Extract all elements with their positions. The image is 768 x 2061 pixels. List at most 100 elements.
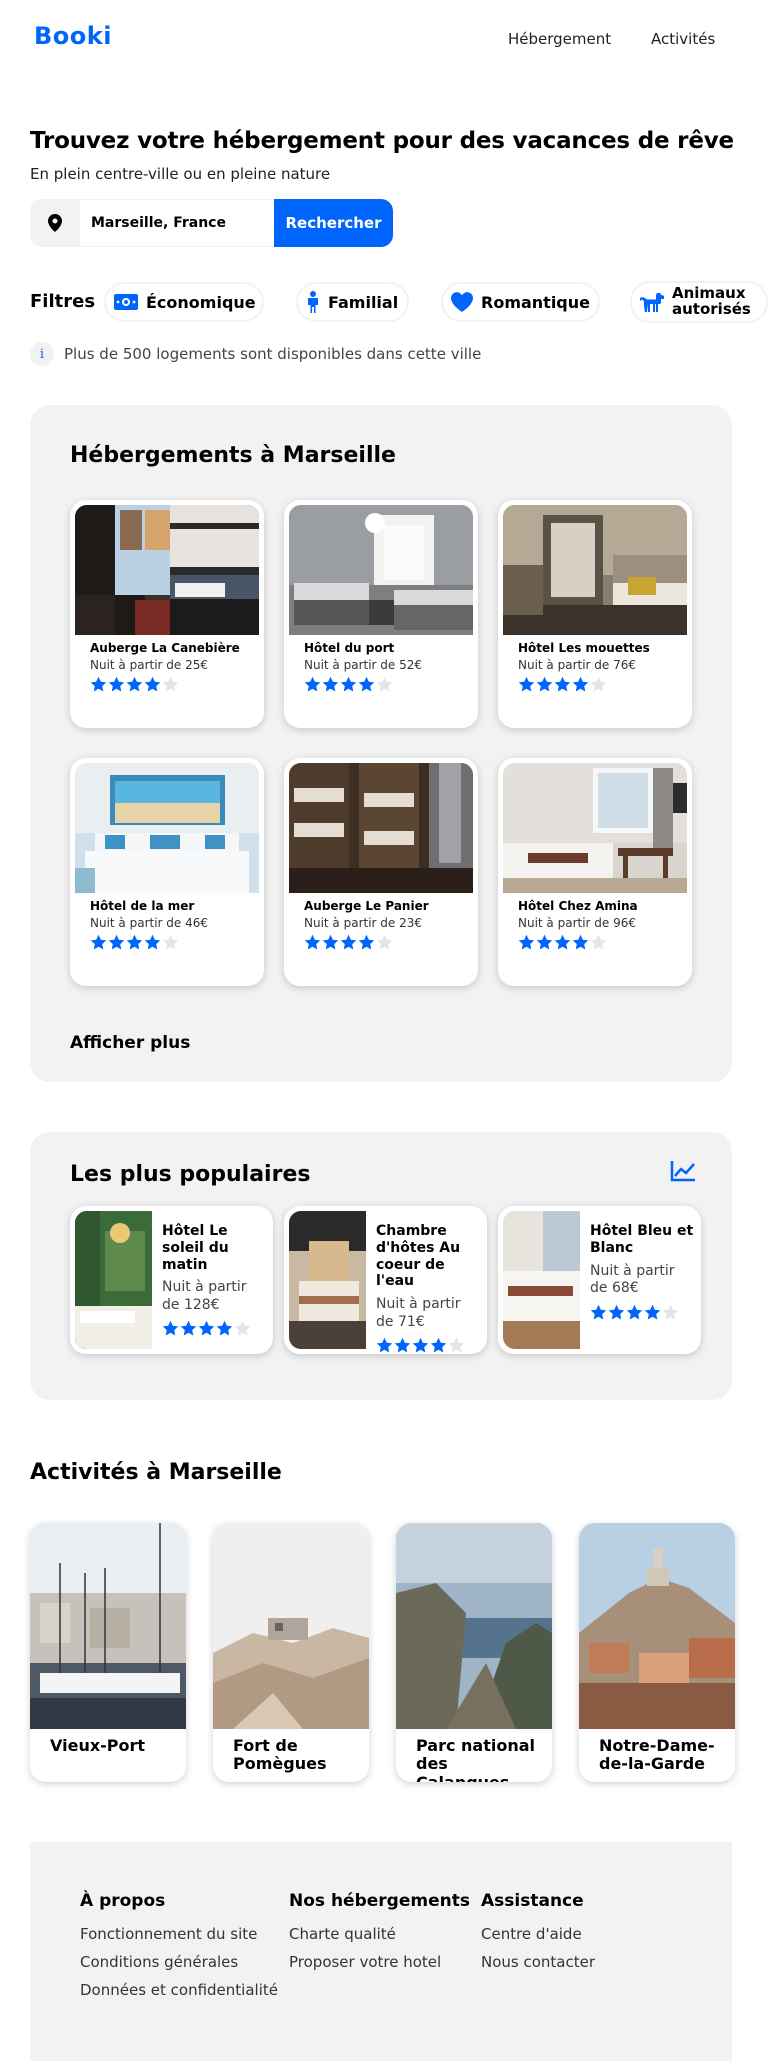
star-filled-icon — [590, 1304, 607, 1325]
star-filled-icon — [554, 934, 571, 955]
activity-photo — [213, 1523, 369, 1729]
star-filled-icon — [304, 934, 321, 955]
popular-name: Chambre d'hôtes Au coeur de l'eau — [376, 1223, 461, 1290]
lodging-photo — [75, 505, 259, 635]
star-filled-icon — [126, 676, 143, 697]
person-icon — [306, 290, 320, 314]
popular-photo — [75, 1211, 152, 1349]
lodging-card[interactable]: Hôtel de la mer Nuit à partir de 46€ — [70, 758, 264, 986]
lodging-price: Nuit à partir de 96€ — [518, 916, 637, 930]
star-filled-icon — [144, 934, 161, 955]
footer-column-lodgings: Nos hébergements Charte qualité Proposer… — [289, 1891, 470, 1981]
filter-label: Romantique — [481, 292, 590, 312]
activity-card[interactable]: Notre-Dame-de-la-Garde — [579, 1523, 735, 1782]
activity-card[interactable]: Fort de Pomègues — [213, 1523, 369, 1782]
popular-price: Nuit à partir de 128€ — [162, 1279, 247, 1313]
activities-title: Activités à Marseille — [30, 1460, 282, 1485]
star-filled-icon — [518, 676, 535, 697]
footer-link[interactable]: Fonctionnement du site — [80, 1925, 278, 1943]
site-footer: À propos Fonctionnement du site Conditio… — [30, 1842, 732, 2061]
popular-price: Nuit à partir de 68€ — [590, 1262, 675, 1297]
star-filled-icon — [536, 934, 553, 955]
star-rating — [90, 934, 259, 955]
star-rating — [590, 1304, 696, 1325]
activity-photo — [396, 1523, 552, 1729]
lodging-photo — [289, 763, 473, 893]
nav-link-activites[interactable]: Activités — [651, 30, 715, 48]
search-input[interactable]: Marseille, France — [80, 199, 274, 247]
lodging-name: Hôtel de la mer — [90, 899, 195, 913]
footer-link[interactable]: Proposer votre hotel — [289, 1953, 470, 1971]
star-filled-icon — [198, 1320, 215, 1341]
search-button[interactable]: Rechercher — [274, 199, 393, 247]
search-bar: Marseille, France Rechercher — [30, 199, 393, 247]
star-empty-icon — [448, 1337, 465, 1358]
popular-card[interactable]: Chambre d'hôtes Au coeur de l'eau Nuit à… — [284, 1206, 487, 1354]
popular-card[interactable]: Hôtel Le soleil du matin Nuit à partir d… — [70, 1206, 273, 1354]
lodging-card[interactable]: Auberge Le Panier Nuit à partir de 23€ — [284, 758, 478, 986]
lodging-photo — [503, 763, 687, 893]
star-rating — [162, 1320, 268, 1341]
footer-link[interactable]: Centre d'aide — [481, 1925, 595, 1943]
popular-card[interactable]: Hôtel Bleu et Blanc Nuit à partir de 68€ — [498, 1206, 701, 1354]
popular-section: Les plus populaires Hôtel Le soleil du m… — [30, 1132, 732, 1400]
lodging-photo — [503, 505, 687, 635]
star-filled-icon — [322, 934, 339, 955]
site-header: Booki Hébergement Activités — [0, 0, 768, 80]
star-rating — [518, 676, 687, 697]
dog-icon — [640, 290, 664, 314]
lodging-price: Nuit à partir de 25€ — [90, 658, 209, 672]
footer-link[interactable]: Conditions générales — [80, 1953, 278, 1971]
activity-name: Fort de Pomègues — [233, 1736, 327, 1774]
star-filled-icon — [144, 676, 161, 697]
star-filled-icon — [108, 934, 125, 955]
footer-link[interactable]: Charte qualité — [289, 1925, 470, 1943]
lodging-price: Nuit à partir de 23€ — [304, 916, 423, 930]
star-empty-icon — [376, 934, 393, 955]
hero-title: Trouvez votre hébergement pour des vacan… — [30, 128, 734, 154]
footer-link[interactable]: Données et confidentialité — [80, 1981, 278, 1999]
lodgings-section: Hébergements à Marseille Auberge La Cane… — [30, 405, 732, 1082]
logo[interactable]: Booki — [34, 22, 112, 50]
info-text: Plus de 500 logements sont disponibles d… — [64, 345, 482, 363]
activity-photo — [579, 1523, 735, 1729]
filter-romantique[interactable]: Romantique — [441, 282, 600, 322]
activity-card[interactable]: Parc national des Calanques — [396, 1523, 552, 1782]
footer-heading: Nos hébergements — [289, 1891, 470, 1911]
star-rating — [304, 676, 473, 697]
show-more-link[interactable]: Afficher plus — [70, 1033, 190, 1053]
star-filled-icon — [108, 676, 125, 697]
lodging-name: Hôtel Les mouettes — [518, 641, 650, 655]
lodgings-title: Hébergements à Marseille — [70, 443, 396, 468]
star-filled-icon — [376, 1337, 393, 1358]
lodging-card[interactable]: Hôtel du port Nuit à partir de 52€ — [284, 500, 478, 728]
star-rating — [90, 676, 259, 697]
lodging-card[interactable]: Hôtel Les mouettes Nuit à partir de 76€ — [498, 500, 692, 728]
nav-link-hebergement[interactable]: Hébergement — [508, 30, 611, 48]
filter-animaux[interactable]: Animaux autorisés — [630, 281, 768, 323]
star-filled-icon — [412, 1337, 429, 1358]
lodging-price: Nuit à partir de 76€ — [518, 658, 637, 672]
trending-chart-icon — [670, 1160, 696, 1186]
star-empty-icon — [376, 676, 393, 697]
activity-card[interactable]: Vieux-Port — [30, 1523, 186, 1782]
filter-familial[interactable]: Familial — [296, 282, 409, 322]
heart-icon — [451, 290, 473, 314]
star-filled-icon — [162, 1320, 179, 1341]
info-message: i Plus de 500 logements sont disponibles… — [30, 342, 481, 366]
popular-photo — [289, 1211, 366, 1349]
filter-economique[interactable]: Économique — [104, 282, 264, 322]
footer-column-assistance: Assistance Centre d'aide Nous contacter — [481, 1891, 595, 1981]
popular-photo — [503, 1211, 580, 1349]
star-rating — [518, 934, 687, 955]
star-empty-icon — [662, 1304, 679, 1325]
lodging-name: Auberge Le Panier — [304, 899, 429, 913]
lodging-card[interactable]: Hôtel Chez Amina Nuit à partir de 96€ — [498, 758, 692, 986]
lodging-price: Nuit à partir de 46€ — [90, 916, 209, 930]
star-filled-icon — [90, 676, 107, 697]
footer-heading: À propos — [80, 1891, 166, 1911]
footer-link[interactable]: Nous contacter — [481, 1953, 595, 1971]
star-filled-icon — [304, 676, 321, 697]
lodging-card[interactable]: Auberge La Canebière Nuit à partir de 25… — [70, 500, 264, 728]
filter-label: Économique — [146, 292, 256, 312]
